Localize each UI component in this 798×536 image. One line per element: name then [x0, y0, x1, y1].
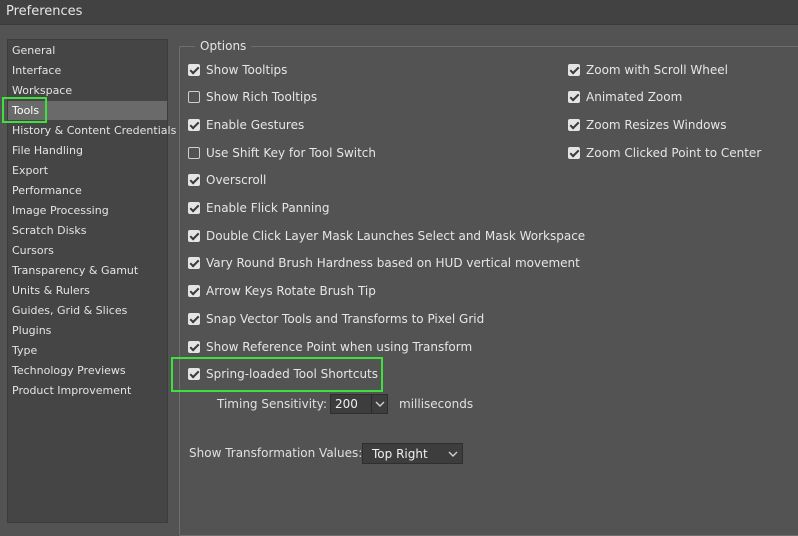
transformation-values-value: Top Right: [372, 447, 428, 461]
checkbox-checked-icon: [568, 147, 580, 159]
timing-sensitivity-label: Timing Sensitivity:: [217, 397, 327, 411]
sidebar-item-workspace[interactable]: Workspace: [8, 81, 167, 100]
checkbox-checked-icon: [568, 119, 580, 131]
checkbox-checked-icon: [188, 230, 200, 242]
title-bar: Preferences: [0, 0, 798, 25]
chevron-down-icon[interactable]: [374, 396, 386, 412]
zoom-scroll-wheel-checkbox[interactable]: Zoom with Scroll Wheel: [568, 61, 728, 79]
checkbox-checked-icon: [188, 368, 200, 380]
options-title: Options: [195, 39, 252, 53]
transformation-values-label: Show Transformation Values:: [189, 446, 363, 460]
checkbox-checked-icon: [568, 64, 580, 76]
animated-zoom-checkbox[interactable]: Animated Zoom: [568, 88, 682, 106]
sidebar-item-interface[interactable]: Interface: [8, 61, 167, 80]
overscroll-checkbox[interactable]: Overscroll: [188, 171, 266, 189]
timing-sensitivity-value: 200: [335, 397, 358, 411]
show-reference-point-checkbox[interactable]: Show Reference Point when using Transfor…: [188, 338, 472, 356]
chevron-down-icon: [448, 451, 458, 457]
snap-vector-tools-checkbox[interactable]: Snap Vector Tools and Transforms to Pixe…: [188, 310, 484, 328]
transformation-values-select[interactable]: Top Right: [362, 443, 463, 464]
use-shift-key-checkbox[interactable]: Use Shift Key for Tool Switch: [188, 144, 376, 162]
timing-sensitivity-input[interactable]: 200: [330, 394, 388, 414]
spin-divider: [371, 395, 372, 413]
sidebar-item-scratch-disks[interactable]: Scratch Disks: [8, 221, 167, 240]
preferences-sidebar: General Interface Workspace Tools Histor…: [7, 39, 176, 523]
sidebar-item-export[interactable]: Export: [8, 161, 167, 180]
show-tooltips-checkbox[interactable]: Show Tooltips: [188, 61, 287, 79]
sidebar-item-tools[interactable]: Tools: [8, 101, 167, 120]
arrow-keys-rotate-checkbox[interactable]: Arrow Keys Rotate Brush Tip: [188, 282, 376, 300]
checkbox-checked-icon: [188, 341, 200, 353]
sidebar-item-units-rulers[interactable]: Units & Rulers: [8, 281, 167, 300]
window-title: Preferences: [6, 4, 83, 19]
checkbox-checked-icon: [188, 313, 200, 325]
show-rich-tooltips-checkbox[interactable]: Show Rich Tooltips: [188, 88, 317, 106]
sidebar-item-performance[interactable]: Performance: [8, 181, 167, 200]
sidebar-item-plugins[interactable]: Plugins: [8, 321, 167, 340]
double-click-layer-mask-checkbox[interactable]: Double Click Layer Mask Launches Select …: [188, 227, 585, 245]
spring-loaded-shortcuts-checkbox[interactable]: Spring-loaded Tool Shortcuts: [188, 365, 378, 383]
sidebar-item-cursors[interactable]: Cursors: [8, 241, 167, 260]
vary-brush-hardness-checkbox[interactable]: Vary Round Brush Hardness based on HUD v…: [188, 254, 580, 272]
sidebar-item-general[interactable]: General: [8, 41, 167, 60]
sidebar-item-transparency-gamut[interactable]: Transparency & Gamut: [8, 261, 167, 280]
checkbox-unchecked-icon: [188, 91, 200, 103]
checkbox-checked-icon: [188, 174, 200, 186]
enable-flick-panning-checkbox[interactable]: Enable Flick Panning: [188, 199, 329, 217]
sidebar-item-product-improvement[interactable]: Product Improvement: [8, 381, 167, 400]
timing-unit-label: milliseconds: [399, 397, 474, 411]
zoom-resizes-windows-checkbox[interactable]: Zoom Resizes Windows: [568, 116, 727, 134]
checkbox-checked-icon: [188, 257, 200, 269]
checkbox-checked-icon: [188, 285, 200, 297]
sidebar-item-history-content-credentials[interactable]: History & Content Credentials: [8, 121, 176, 140]
zoom-clicked-point-checkbox[interactable]: Zoom Clicked Point to Center: [568, 144, 761, 162]
sidebar-item-type[interactable]: Type: [8, 341, 167, 360]
checkbox-checked-icon: [188, 202, 200, 214]
checkbox-unchecked-icon: [188, 147, 200, 159]
sidebar-item-guides-grid-slices[interactable]: Guides, Grid & Slices: [8, 301, 167, 320]
sidebar-item-file-handling[interactable]: File Handling: [8, 141, 167, 160]
enable-gestures-checkbox[interactable]: Enable Gestures: [188, 116, 304, 134]
checkbox-checked-icon: [568, 91, 580, 103]
checkbox-checked-icon: [188, 64, 200, 76]
sidebar-item-technology-previews[interactable]: Technology Previews: [8, 361, 167, 380]
sidebar-item-image-processing[interactable]: Image Processing: [8, 201, 167, 220]
checkbox-checked-icon: [188, 119, 200, 131]
